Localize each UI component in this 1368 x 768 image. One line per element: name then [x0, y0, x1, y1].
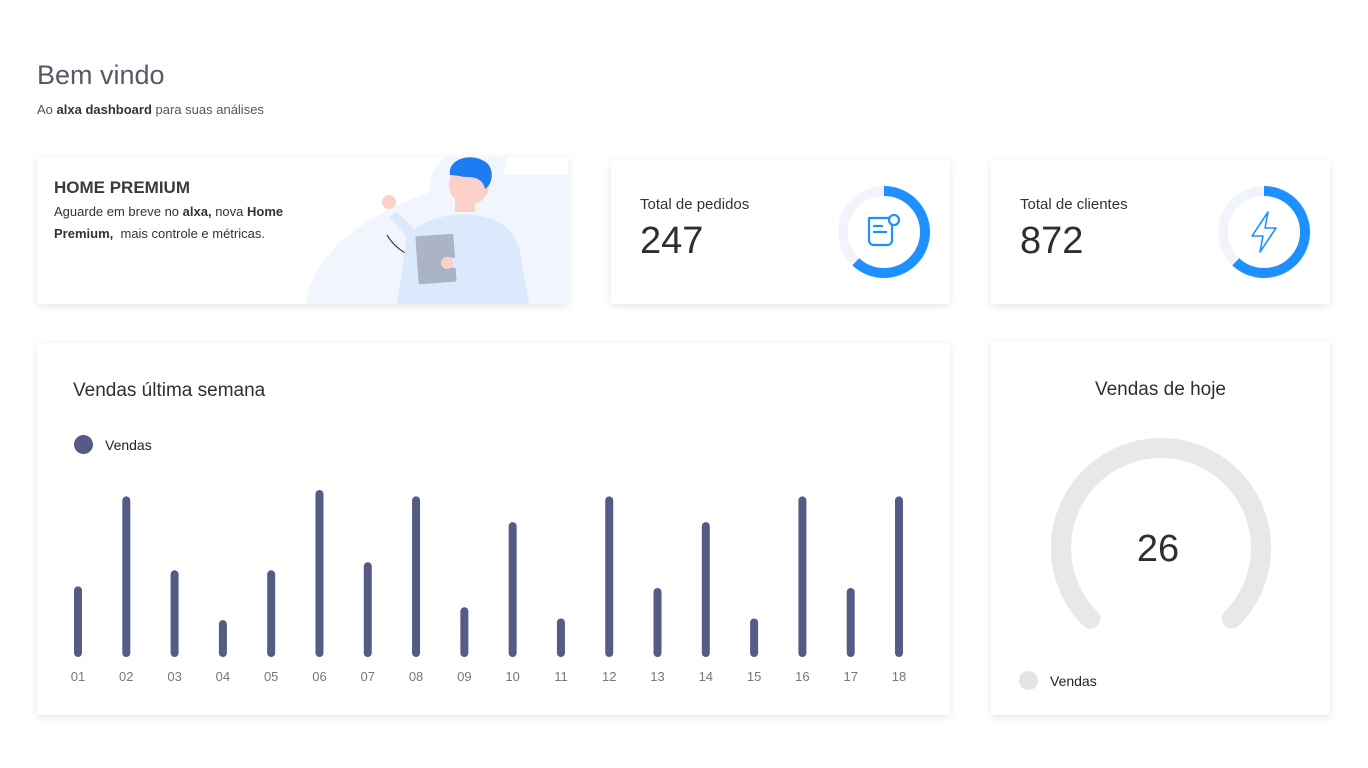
bar-07[interactable] [363, 562, 372, 657]
bar-04[interactable] [218, 620, 227, 657]
clients-card: Total de clientes 872 [991, 160, 1330, 304]
tick-label-17: 17 [843, 669, 857, 684]
tick-label-18: 18 [892, 669, 906, 684]
bar-03[interactable] [170, 570, 179, 657]
today-legend[interactable]: Vendas [1019, 671, 1097, 690]
bar-09[interactable] [460, 607, 469, 657]
tick-label-02: 02 [119, 669, 133, 684]
bar-14[interactable] [701, 522, 710, 657]
lightning-icon [1251, 211, 1277, 253]
legend-swatch [1019, 671, 1038, 690]
orders-value: 247 [640, 220, 704, 262]
tick-label-15: 15 [747, 669, 761, 684]
clients-value: 872 [1020, 220, 1084, 262]
orders-label: Total de pedidos [640, 196, 750, 213]
tick-label-16: 16 [795, 669, 809, 684]
tick-label-01: 01 [71, 669, 85, 684]
today-value: 26 [1137, 528, 1179, 570]
bar-17[interactable] [846, 587, 855, 657]
presenter-illustration [305, 157, 568, 304]
tick-label-12: 12 [602, 669, 616, 684]
clients-progress-ring [1218, 186, 1310, 278]
page-subtitle: Ao alxa dashboard para suas análises [37, 102, 264, 117]
today-sales-card: Vendas de hoje 26 Vendas [991, 341, 1330, 715]
orders-progress-ring [838, 186, 930, 278]
bar-18[interactable] [895, 496, 903, 657]
tick-label-08: 08 [409, 669, 423, 684]
premium-title: HOME PREMIUM [54, 178, 190, 197]
bar-12[interactable] [605, 496, 614, 657]
receipt-icon [867, 213, 901, 247]
orders-card: Total de pedidos 247 [611, 160, 950, 304]
bar-02[interactable] [122, 496, 131, 657]
page-title: Bem vindo [37, 60, 165, 90]
bar-08[interactable] [412, 496, 421, 657]
bar-13[interactable] [653, 587, 662, 657]
premium-card: HOME PREMIUM Aguarde em breve no alxa, n… [37, 157, 568, 304]
tick-label-07: 07 [361, 669, 375, 684]
clients-label: Total de clientes [1020, 196, 1128, 213]
tick-label-06: 06 [312, 669, 326, 684]
tick-label-10: 10 [505, 669, 519, 684]
bar-01[interactable] [74, 586, 82, 657]
bar-15[interactable] [750, 618, 759, 657]
bar-16[interactable] [798, 496, 807, 657]
bar-06[interactable] [315, 490, 324, 657]
bar-11[interactable] [556, 618, 565, 657]
tick-label-13: 13 [650, 669, 664, 684]
tick-label-04: 04 [216, 669, 230, 684]
weekly-bar-chart: 01 02 03 04 05 06 07 08 09 10 11 12 13 14 15 16 17 18 [71, 490, 906, 684]
tick-label-03: 03 [167, 669, 181, 684]
premium-text: Aguarde em breve no alxa, nova Home Prem… [54, 204, 284, 241]
bar-10[interactable] [508, 522, 517, 657]
tick-label-14: 14 [699, 669, 713, 684]
legend-label: Vendas [1050, 672, 1097, 689]
tick-label-09: 09 [457, 669, 471, 684]
today-gauge: 26 [1051, 438, 1271, 629]
weekly-sales-card: Vendas última semana Vendas 01 02 03 04 05 06… [37, 343, 950, 715]
bar-05[interactable] [267, 570, 276, 657]
tick-label-11: 11 [554, 669, 568, 684]
tick-label-05: 05 [264, 669, 278, 684]
